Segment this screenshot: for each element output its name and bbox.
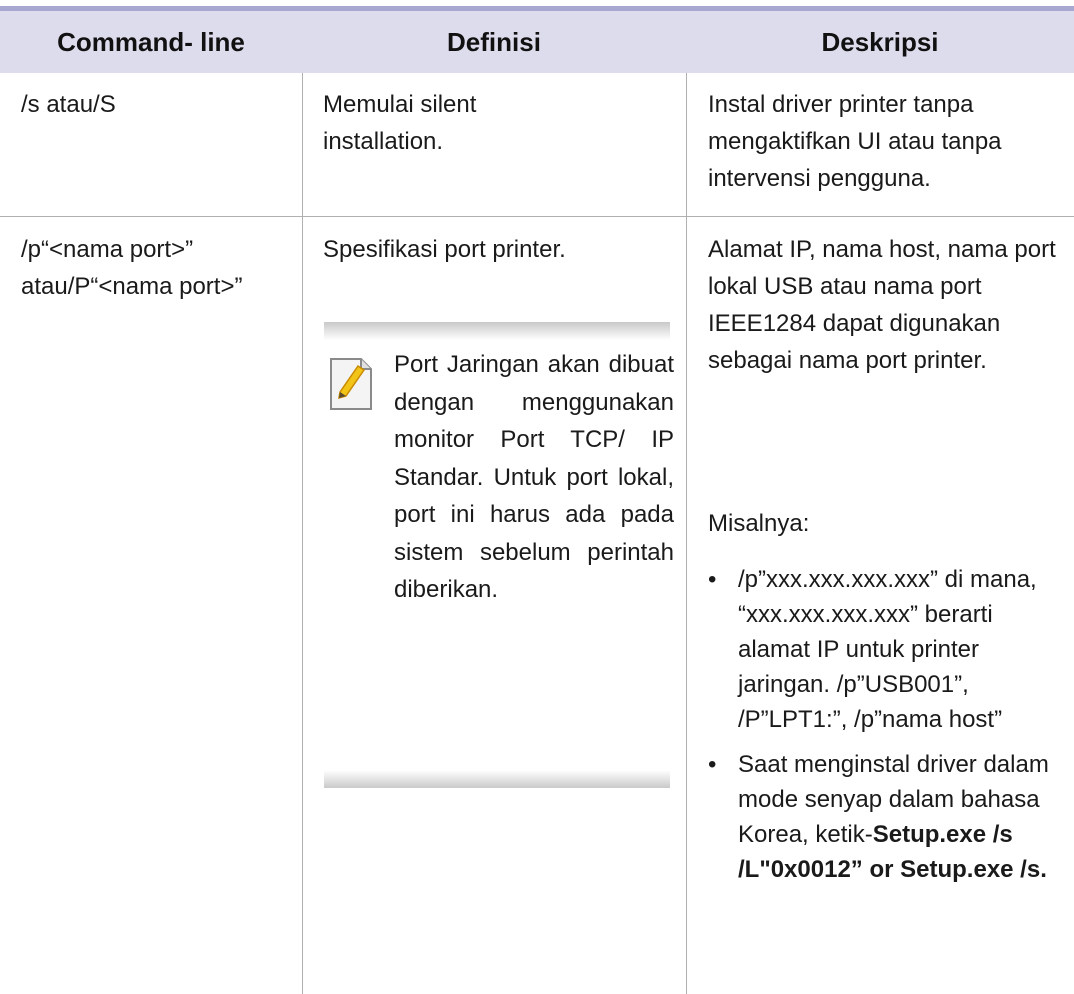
header-command-line: Command- line (57, 27, 245, 57)
example-label: Misalnya: (708, 510, 810, 537)
row1-command: /s atau/S (21, 91, 116, 118)
row1-definition: Memulai silent installation. (323, 91, 477, 155)
example-list: • /p”xxx.xxx.xxx.xxx” di mana, “xxx.xxx.… (708, 562, 1058, 887)
bullet-icon: • (708, 751, 717, 778)
list-item: • Saat menginstal driver dalam mode seny… (708, 747, 1058, 887)
bullet-icon: • (708, 566, 717, 593)
row2-command: /p“<nama port>” atau/P“<nama port>” (21, 236, 243, 300)
row-divider (0, 216, 1074, 217)
header-deskripsi: Deskripsi (821, 27, 939, 57)
table-header: Command- line Definisi Deskripsi (0, 11, 1074, 73)
header-definisi: Definisi (447, 27, 541, 57)
note-top-bar (324, 322, 670, 340)
row2-description: Alamat IP, nama host, nama port lokal US… (708, 236, 1056, 374)
row1-description: Instal driver printer tanpa mengaktifkan… (708, 91, 1002, 192)
note-pencil-icon (328, 356, 374, 412)
row2-definition: Spesifikasi port printer. (323, 236, 566, 263)
note-bottom-bar (324, 770, 670, 788)
column-divider (686, 73, 687, 994)
column-divider (302, 73, 303, 994)
list-item: • /p”xxx.xxx.xxx.xxx” di mana, “xxx.xxx.… (708, 562, 1058, 737)
note-text: Port Jaringan akan dibuat dengan menggun… (394, 351, 674, 603)
